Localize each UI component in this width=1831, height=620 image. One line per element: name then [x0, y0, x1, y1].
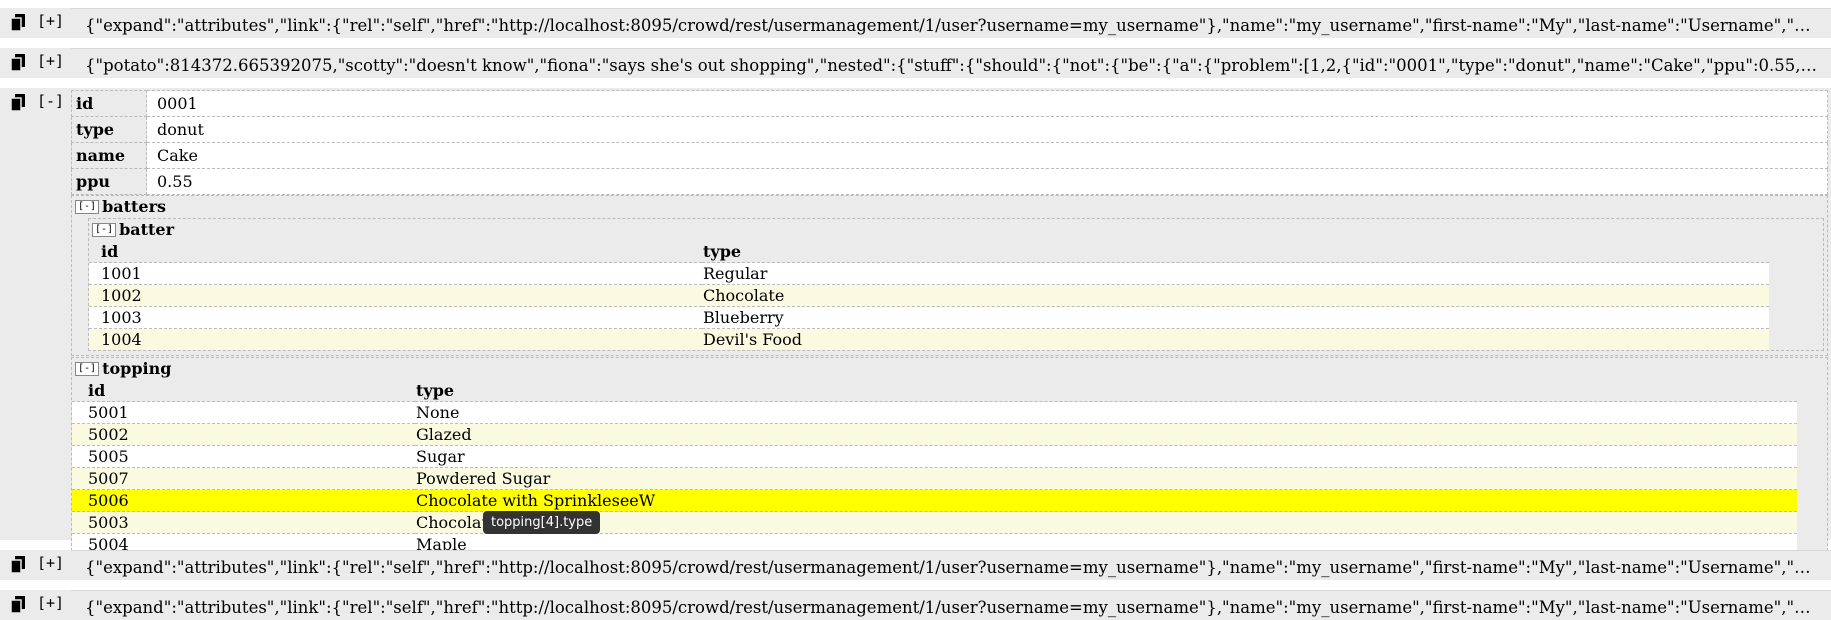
cell-id: 5002 [72, 423, 415, 446]
cell-id: 1001 [89, 262, 702, 285]
cell-type[interactable]: Chocolate with SprinkleseeW [415, 489, 1797, 512]
expand-toggle[interactable]: [+] [37, 12, 64, 30]
topping-collapse-toggle[interactable]: [-] [75, 362, 100, 376]
collapsed-entry: [+] {"expand":"attributes","link":{"rel"… [0, 590, 1831, 620]
field-value: 0.55 [146, 168, 1828, 195]
expanded-content: id 0001 type donut name Cake ppu 0.55 [-] ba… [71, 88, 1831, 556]
cell-id: 5003 [72, 511, 415, 534]
field-row: name Cake [71, 142, 1828, 169]
cell-id: 5001 [72, 401, 415, 424]
field-row: type donut [71, 116, 1828, 143]
entry-gutter: [-] [0, 88, 71, 540]
column-header-id: id [89, 241, 702, 263]
cell-type: None [415, 401, 1797, 424]
copy-icon[interactable] [10, 556, 26, 574]
table-row: 5002 Glazed [72, 423, 1797, 446]
topping-table-header: id type [72, 380, 1797, 402]
collapsed-entry: [+] {"potato":814372.665392075,"scotty":… [0, 48, 1831, 78]
cell-id: 1002 [89, 284, 702, 307]
field-key: id [71, 90, 147, 117]
copy-icon[interactable] [10, 14, 26, 32]
batters-collapse-toggle[interactable]: [-] [75, 200, 100, 214]
field-value: Cake [146, 142, 1828, 169]
cell-type: Glazed [415, 423, 1797, 446]
field-key: type [71, 116, 147, 143]
batter-section: [-] batter id type 1001 Regular 1002 Choco… [88, 218, 1824, 351]
cell-type: Powdered Sugar [415, 467, 1797, 490]
cell-type: Regular [702, 262, 1769, 285]
topping-section: [-] topping id type 5001 None 5002 Glazed … [71, 357, 1828, 556]
entry-gutter: [+] [0, 8, 71, 38]
expand-toggle[interactable]: [+] [37, 554, 64, 572]
table-row-highlighted[interactable]: 5006 Chocolate with SprinkleseeW [72, 489, 1797, 512]
table-row: 1001 Regular [89, 262, 1769, 285]
field-key: name [71, 142, 147, 169]
field-value: donut [146, 116, 1828, 143]
entry-gutter: [+] [0, 48, 71, 78]
entry-gutter: [+] [0, 590, 71, 620]
batter-table-header: id type [89, 241, 1769, 263]
copy-icon[interactable] [10, 94, 26, 112]
collapsed-entry: [+] {"expand":"attributes","link":{"rel"… [0, 8, 1831, 38]
collapsed-entry: [+] {"expand":"attributes","link":{"rel"… [0, 550, 1831, 580]
cell-id: 1003 [89, 306, 702, 329]
cell-type: Blueberry [702, 306, 1769, 329]
path-tooltip: topping[4].type [483, 511, 601, 534]
column-header-type: type [415, 380, 1797, 402]
collapsed-json-text[interactable]: {"expand":"attributes","link":{"rel":"se… [71, 8, 1831, 38]
batter-table: id type 1001 Regular 1002 Chocolate 1003 Bl… [89, 241, 1769, 350]
table-row: 5003 Chocolate [72, 511, 1797, 534]
collapsed-json-text[interactable]: {"expand":"attributes","link":{"rel":"se… [71, 590, 1831, 620]
cell-type: Chocolate [702, 284, 1769, 307]
field-value: 0001 [146, 90, 1828, 117]
table-row: 5007 Powdered Sugar [72, 467, 1797, 490]
cell-id: 5006 [72, 489, 415, 512]
table-row: 1004 Devil's Food [89, 328, 1769, 350]
batter-collapse-toggle[interactable]: [-] [92, 223, 117, 237]
cell-id: 1004 [89, 328, 702, 350]
expanded-entry: [-] id 0001 type donut name Cake ppu 0.55 [-… [0, 88, 1831, 556]
cell-id: 5007 [72, 467, 415, 490]
entry-gutter: [+] [0, 550, 71, 580]
table-row: 1003 Blueberry [89, 306, 1769, 329]
copy-icon[interactable] [10, 54, 26, 72]
column-header-type: type [702, 241, 1769, 263]
cell-id: 5005 [72, 445, 415, 468]
collapse-toggle[interactable]: [-] [37, 92, 64, 110]
batters-section: [-] batters [-] batter id type 1001 Regul… [71, 195, 1828, 356]
collapsed-json-text[interactable]: {"potato":814372.665392075,"scotty":"doe… [71, 48, 1831, 78]
field-key: ppu [71, 168, 147, 195]
cell-type: Chocolate [415, 511, 1797, 534]
topping-table: id type 5001 None 5002 Glazed 5005 Sugar 50… [72, 380, 1797, 555]
cell-type: Devil's Food [702, 328, 1769, 350]
batters-header: [-] batters [72, 196, 1827, 218]
batter-header: [-] batter [89, 219, 1823, 241]
column-header-id: id [72, 380, 415, 402]
expand-toggle[interactable]: [+] [37, 52, 64, 70]
field-row: ppu 0.55 [71, 168, 1828, 195]
batters-label: batters [102, 197, 167, 216]
topping-header: [-] topping [72, 358, 1827, 380]
field-row: id 0001 [71, 90, 1828, 117]
object-fields-table: id 0001 type donut name Cake ppu 0.55 [71, 90, 1828, 195]
batter-label: batter [119, 220, 175, 239]
topping-label: topping [102, 359, 172, 378]
collapsed-json-text[interactable]: {"expand":"attributes","link":{"rel":"se… [71, 550, 1831, 580]
table-row: 1002 Chocolate [89, 284, 1769, 307]
copy-icon[interactable] [10, 596, 26, 614]
table-row: 5005 Sugar [72, 445, 1797, 468]
table-row: 5001 None [72, 401, 1797, 424]
cell-type: Sugar [415, 445, 1797, 468]
expand-toggle[interactable]: [+] [37, 594, 64, 612]
